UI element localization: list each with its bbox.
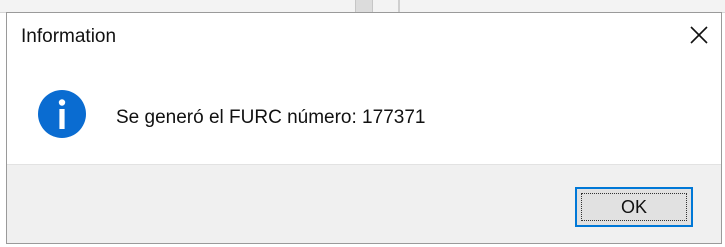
information-icon bbox=[38, 90, 86, 138]
dialog-title: Information bbox=[21, 26, 117, 47]
information-dialog: Information Se generó el FURC número: 17… bbox=[6, 12, 722, 244]
dialog-message: Se generó el FURC número: 177371 bbox=[116, 107, 426, 128]
screen: Information Se generó el FURC número: 17… bbox=[0, 0, 725, 247]
dialog-content: Se generó el FURC número: 177371 bbox=[7, 58, 721, 164]
close-icon bbox=[690, 26, 708, 44]
ok-button-label: OK bbox=[620, 196, 647, 217]
dialog-footer: OK bbox=[7, 164, 721, 243]
background-window-segment bbox=[355, 0, 373, 12]
dialog-titlebar: Information bbox=[7, 13, 721, 58]
background-window-divider bbox=[398, 0, 400, 12]
ok-button[interactable]: OK bbox=[575, 187, 693, 227]
close-button[interactable] bbox=[677, 13, 721, 57]
